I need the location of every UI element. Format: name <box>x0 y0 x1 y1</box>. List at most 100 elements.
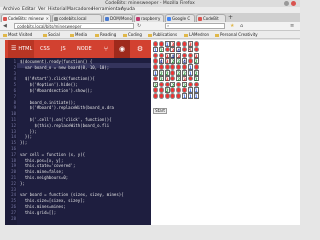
mine-cell[interactable] <box>187 52 193 59</box>
mine-cell[interactable] <box>158 41 164 47</box>
number-cell[interactable]: 5 <box>187 46 193 53</box>
mine-cell[interactable] <box>187 75 193 82</box>
number-cell[interactable]: 2 <box>193 75 199 82</box>
mine-cell[interactable] <box>193 81 199 88</box>
mine-cell[interactable] <box>193 64 199 70</box>
mine-cell[interactable] <box>187 81 193 88</box>
number-cell[interactable]: 3 <box>182 75 187 82</box>
mine-cell[interactable] <box>176 87 182 93</box>
mine-cell[interactable] <box>182 41 187 47</box>
mine-cell[interactable] <box>153 75 158 82</box>
mine-cell[interactable] <box>164 81 170 88</box>
tab-google[interactable]: Google C <box>165 14 195 22</box>
css-button[interactable]: CSS <box>40 40 50 58</box>
number-cell[interactable]: 2 <box>182 70 187 76</box>
mine-cell[interactable] <box>182 64 187 70</box>
mine-cell[interactable] <box>170 70 176 76</box>
tab-codebit[interactable]: CodeBit <box>196 14 226 22</box>
number-cell[interactable]: 1 <box>187 87 193 93</box>
html-button[interactable]: ☰ HTML <box>8 40 34 58</box>
number-cell[interactable]: 1 <box>182 93 187 99</box>
number-cell[interactable]: 1 <box>187 70 193 76</box>
mine-cell[interactable] <box>153 41 158 47</box>
number-cell[interactable]: 2 <box>170 81 176 87</box>
number-cell[interactable]: 4 <box>176 46 182 53</box>
bookmark-star-icon[interactable]: ★ <box>230 23 234 29</box>
number-cell[interactable]: 1 <box>164 41 170 47</box>
mine-cell[interactable] <box>170 64 176 70</box>
number-cell[interactable]: 2 <box>182 81 187 87</box>
number-cell[interactable]: 2 <box>158 75 164 82</box>
mine-cell[interactable] <box>187 58 193 64</box>
reload-icon[interactable]: ↻ <box>137 23 141 29</box>
number-cell[interactable]: 3 <box>164 75 170 82</box>
bookmark-coding[interactable]: Coding <box>123 32 142 38</box>
number-cell[interactable]: 1 <box>153 46 158 53</box>
number-cell[interactable]: 1 <box>187 93 193 99</box>
number-cell[interactable]: 2 <box>158 46 164 53</box>
mine-cell[interactable] <box>153 93 158 99</box>
mine-cell[interactable] <box>158 52 164 59</box>
number-cell[interactable]: 2 <box>164 70 170 76</box>
number-cell[interactable]: 3 <box>193 52 199 58</box>
number-cell[interactable]: 1 <box>193 87 199 93</box>
number-cell[interactable]: 2 <box>158 70 164 76</box>
minimize-button[interactable] <box>284 1 289 6</box>
back-icon[interactable]: ◀ <box>3 23 7 29</box>
tab-codebits-local[interactable]: codebits.local <box>52 14 102 22</box>
number-cell[interactable]: 1 <box>187 64 193 70</box>
eye-icon[interactable]: ◉ <box>114 40 130 58</box>
js-button[interactable]: JS <box>61 40 66 58</box>
bookmark-personal-creativity[interactable]: Personal Creativity <box>215 32 258 38</box>
number-cell[interactable]: 4 <box>158 58 164 64</box>
number-cell[interactable]: 3 <box>176 52 182 58</box>
mine-cell[interactable] <box>158 93 164 99</box>
mine-cell[interactable] <box>164 93 170 99</box>
mine-cell[interactable] <box>182 52 187 59</box>
url-input[interactable]: codebits.local/bits/minesweeper <box>14 23 134 29</box>
settings-icon[interactable]: ⚙ <box>133 40 147 58</box>
node-button[interactable]: NODE <box>77 40 92 58</box>
menu-icon[interactable]: ≡ <box>290 23 294 29</box>
mine-cell[interactable] <box>158 64 164 70</box>
mine-cell[interactable] <box>164 64 170 70</box>
mine-cell[interactable] <box>153 87 158 93</box>
mine-cell[interactable] <box>158 87 164 93</box>
bookmark-reading[interactable]: Reading <box>95 32 116 38</box>
new-tab-button[interactable]: + <box>228 14 233 21</box>
number-cell[interactable]: 1 <box>153 70 158 76</box>
mine-cell[interactable] <box>182 46 187 53</box>
close-tab-icon[interactable]: ✕ <box>46 15 49 22</box>
number-cell[interactable]: 2 <box>176 58 182 64</box>
number-cell[interactable]: 2 <box>193 58 199 64</box>
number-cell[interactable]: 3 <box>170 41 176 47</box>
number-cell[interactable]: 4 <box>182 58 187 64</box>
fork-icon[interactable]: ⑂ <box>100 40 112 58</box>
number-cell[interactable]: 3 <box>187 41 193 47</box>
bookmark-most-visited[interactable]: Most Visited <box>3 32 32 38</box>
mine-cell[interactable] <box>158 81 164 88</box>
mine-cell[interactable] <box>170 93 176 99</box>
bookmark-lamedron[interactable]: LAMedron <box>184 32 209 38</box>
number-cell[interactable]: 3 <box>164 52 170 58</box>
search-input[interactable] <box>165 23 225 29</box>
start-button[interactable]: Start <box>153 108 167 114</box>
number-cell[interactable]: 3 <box>164 58 170 64</box>
mine-cell[interactable] <box>153 58 158 64</box>
number-cell[interactable]: 1 <box>193 93 199 99</box>
number-cell[interactable]: 4 <box>170 52 176 58</box>
mine-cell[interactable] <box>153 64 158 70</box>
mine-cell[interactable] <box>153 52 158 59</box>
tab-codebits-minesweeper[interactable]: CodeBits: minesw ✕ <box>1 14 51 22</box>
bookmark-social[interactable]: Social <box>43 32 60 38</box>
mine-cell[interactable] <box>176 41 182 47</box>
tab-dom-mono[interactable]: DOM/Mono <box>103 14 133 22</box>
mine-cell[interactable] <box>176 93 182 99</box>
mine-cell[interactable] <box>193 46 199 53</box>
number-cell[interactable]: 2 <box>176 70 182 76</box>
number-cell[interactable]: 2 <box>176 75 182 82</box>
number-cell[interactable]: 2 <box>170 58 176 64</box>
number-cell[interactable]: 2 <box>153 81 158 87</box>
bookmark-media[interactable]: Media <box>70 32 87 38</box>
mine-cell[interactable] <box>164 46 170 53</box>
